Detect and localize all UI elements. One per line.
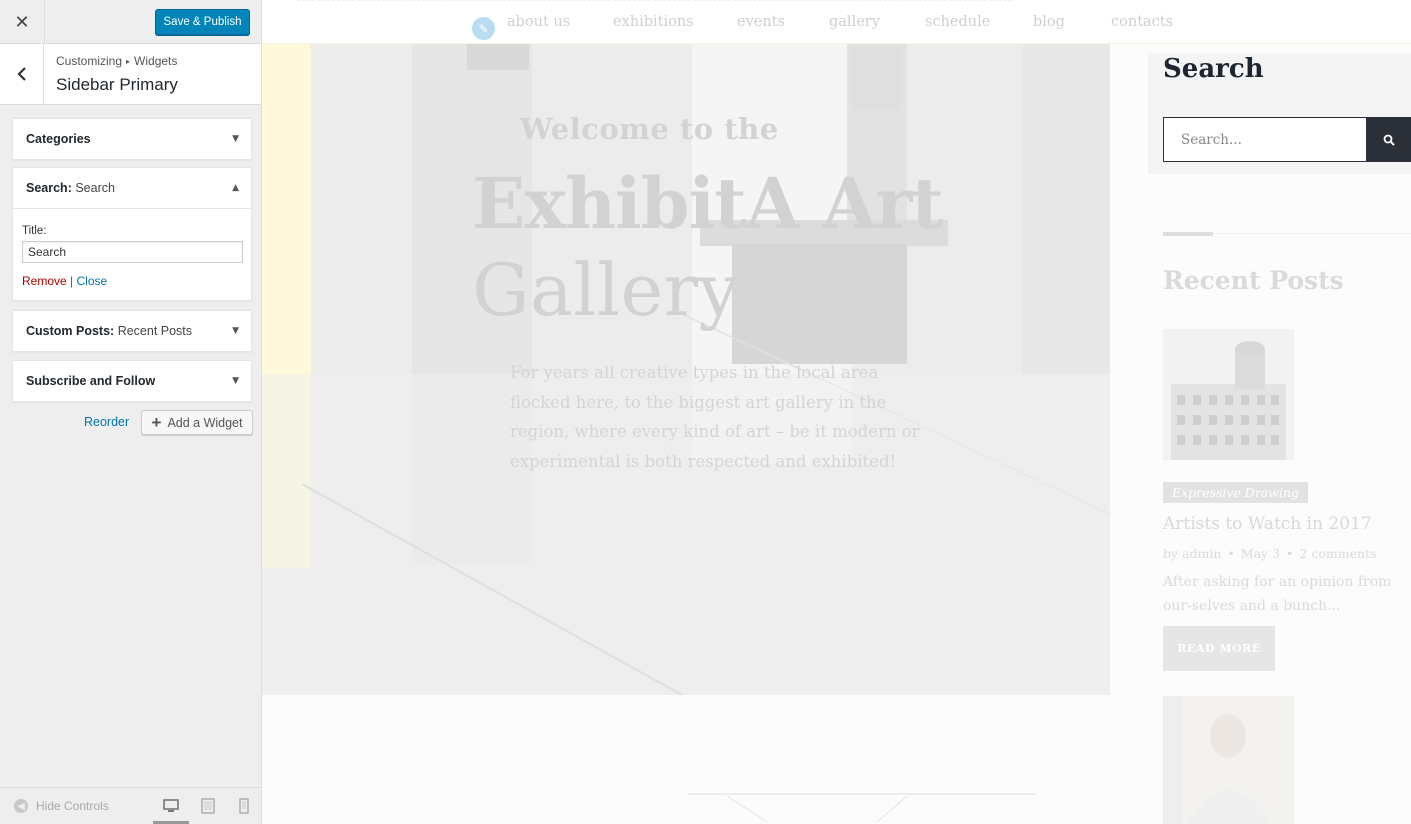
caret-up-icon[interactable]: ▲ [232, 183, 239, 193]
widget-search: Search: Search ▲ Title: Remove | Close [12, 167, 252, 301]
nav-schedule[interactable]: schedule [925, 14, 990, 30]
post-author[interactable]: by admin [1163, 546, 1221, 561]
widget-title-text: Subscribe and Follow [26, 374, 156, 388]
read-more-button[interactable]: READ MORE [1163, 626, 1275, 671]
portrait-image [1163, 696, 1294, 824]
back-button[interactable] [0, 44, 44, 104]
desktop-preview-button[interactable] [162, 797, 180, 815]
nav-contacts[interactable]: contacts [1111, 14, 1173, 30]
post-title[interactable]: Artists to Watch in 2017 [1163, 514, 1372, 534]
save-publish-button[interactable]: Save & Publish [155, 9, 250, 35]
widget-title: Categories [26, 132, 91, 146]
site-preview: ✎ about us exhibitions events gallery sc… [262, 0, 1411, 824]
add-widget-button[interactable]: + Add a Widget [141, 410, 253, 435]
widget-subscribe-follow: Subscribe and Follow ▼ [12, 360, 252, 402]
edit-shortcut-button[interactable]: ✎ [472, 17, 495, 40]
caret-down-icon[interactable]: ▼ [232, 326, 239, 336]
section-header: Customizing ▸ Widgets Sidebar Primary [0, 44, 261, 105]
post-category-badge[interactable]: Expressive Drawing [1163, 482, 1309, 503]
plus-icon: + [151, 413, 162, 432]
reorder-link[interactable]: Reorder [84, 415, 129, 429]
nav-events[interactable]: events [737, 14, 785, 30]
desktop-icon [163, 799, 179, 812]
widget-title: Search: Search [26, 181, 115, 195]
widget-custom-posts: Custom Posts: Recent Posts ▼ [12, 310, 252, 352]
widget-categories: Categories ▼ [12, 118, 252, 160]
close-widget-link[interactable]: Close [77, 274, 108, 288]
widget-divider-line [1213, 233, 1411, 234]
tablet-icon [201, 798, 215, 814]
nav-gallery[interactable]: gallery [829, 14, 880, 30]
post-meta: by admin • May 3 • 2 comments [1163, 546, 1376, 561]
post-comments[interactable]: 2 comments [1299, 546, 1376, 561]
meta-separator: • [1227, 546, 1235, 561]
customizer-footer: ◀ Hide Controls [0, 787, 261, 824]
hide-controls-label: Hide Controls [36, 799, 109, 813]
collapse-arrow-icon: ◀ [14, 799, 28, 813]
widget-title-text: Custom Posts: [26, 324, 115, 338]
hero-title-line-1: ExhibitA Art [472, 162, 944, 245]
section-title: Sidebar Primary [56, 75, 178, 94]
close-customizer-button[interactable]: ✕ [0, 0, 45, 44]
search-icon [1383, 134, 1395, 146]
nav-about-us[interactable]: about us [507, 14, 570, 30]
site-navigation: ✎ about us exhibitions events gallery sc… [262, 0, 1411, 44]
post-excerpt: After asking for an opinion from our-sel… [1163, 574, 1392, 614]
widget-header-subscribe[interactable]: Subscribe and Follow ▼ [13, 361, 251, 401]
widget-actions: Remove | Close [22, 274, 107, 288]
hero-title-line-2: Gallery [472, 248, 740, 332]
hide-controls-button[interactable]: ◀ Hide Controls [14, 799, 109, 813]
widget-divider [1163, 232, 1213, 236]
smartphone-icon [239, 798, 249, 814]
breadcrumb: Customizing ▸ Widgets [56, 54, 177, 68]
post-thumbnail[interactable] [1163, 329, 1294, 460]
recent-posts-title: Recent Posts [1163, 266, 1344, 295]
widget-header-categories[interactable]: Categories ▼ [13, 119, 251, 159]
decorative-lines [687, 793, 1035, 823]
sidebar-search-button[interactable] [1366, 117, 1411, 162]
widget-title-text: Categories [26, 132, 91, 146]
breadcrumb-separator-icon: ▸ [126, 57, 131, 66]
customizer-panel: ✕ Save & Publish Customizing ▸ Widgets Sid… [0, 0, 262, 824]
remove-widget-link[interactable]: Remove [22, 274, 67, 288]
building-image [1163, 329, 1294, 460]
post-date[interactable]: May 3 [1241, 546, 1280, 561]
close-icon: ✕ [14, 11, 30, 33]
breadcrumb-root: Customizing [56, 54, 123, 68]
widget-search-settings: Title: Remove | Close [13, 208, 251, 300]
pencil-icon: ✎ [478, 21, 489, 36]
customizer-header: ✕ Save & Publish [0, 0, 261, 44]
caret-down-icon[interactable]: ▼ [232, 134, 239, 144]
actions-separator: | [70, 274, 74, 288]
tablet-preview-button[interactable] [199, 797, 217, 815]
post-thumbnail[interactable] [1163, 696, 1294, 824]
breadcrumb-current: Widgets [134, 54, 178, 68]
title-field[interactable] [22, 241, 243, 263]
widget-header-search[interactable]: Search: Search ▲ [13, 168, 251, 208]
hero-description: For years all creative types in the loca… [510, 363, 920, 471]
sidebar-search-input[interactable]: Search... [1163, 117, 1367, 162]
search-widget-title: Search [1163, 54, 1264, 84]
widget-subtitle: Recent Posts [117, 324, 193, 338]
widget-title-text: Search: [26, 181, 72, 195]
nav-blog[interactable]: blog [1033, 14, 1065, 30]
widget-subtitle: Search [75, 181, 115, 195]
hero-section: Welcome to the ExhibitA Art Gallery For … [262, 44, 1110, 695]
widget-header-custom-posts[interactable]: Custom Posts: Recent Posts ▼ [13, 311, 251, 351]
hero-welcome-text: Welcome to the [520, 112, 779, 146]
widget-title: Custom Posts: Recent Posts [26, 324, 192, 338]
nav-divider [297, 0, 1012, 1]
nav-exhibitions[interactable]: exhibitions [613, 14, 694, 30]
title-field-label: Title: [22, 225, 47, 237]
widget-title: Subscribe and Follow [26, 374, 155, 388]
meta-separator: • [1286, 546, 1294, 561]
mobile-preview-button[interactable] [235, 797, 253, 815]
chevron-left-icon [16, 67, 26, 81]
add-widget-label: Add a Widget [167, 415, 243, 430]
caret-down-icon[interactable]: ▼ [232, 376, 239, 386]
